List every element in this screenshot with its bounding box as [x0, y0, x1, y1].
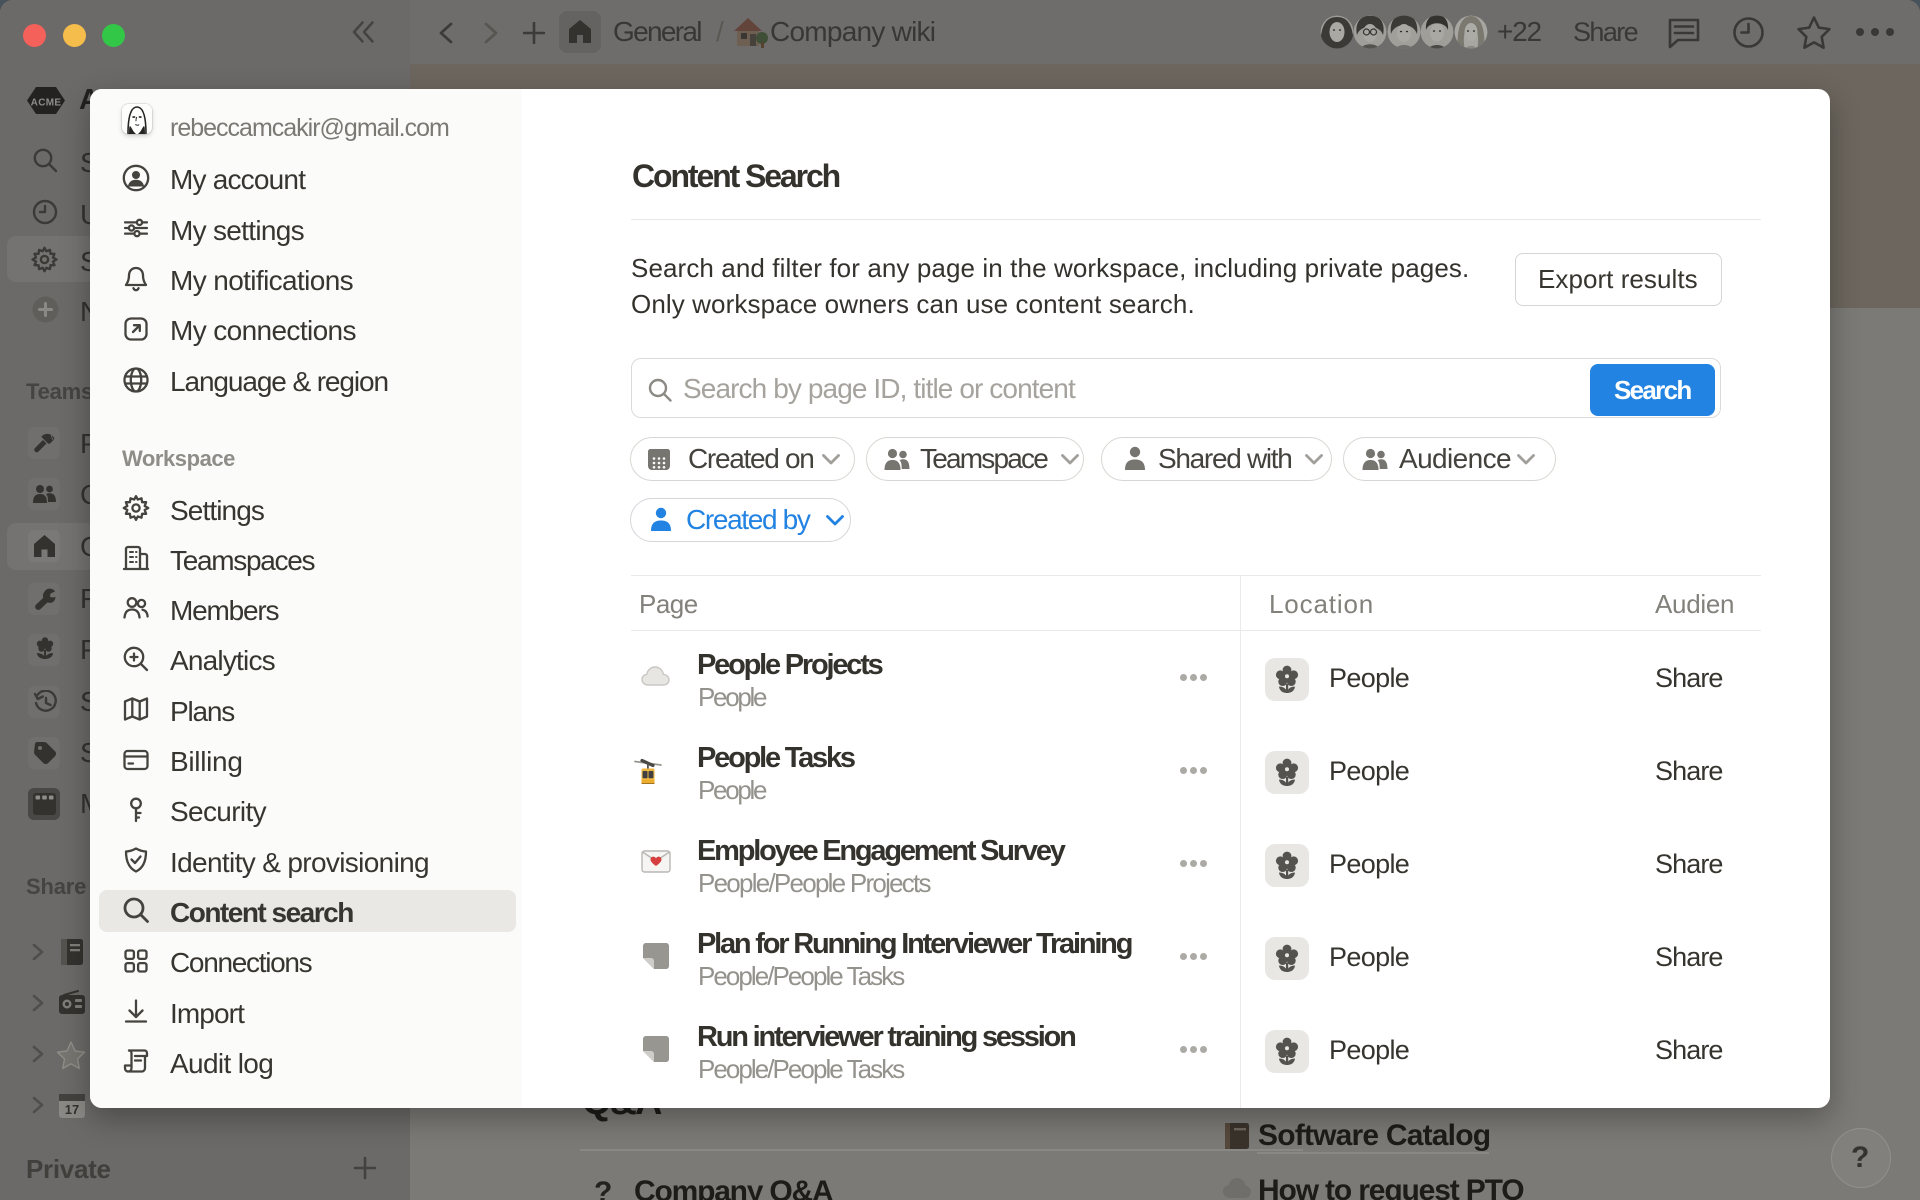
svg-text:17: 17: [65, 1102, 79, 1117]
svg-text:ACME: ACME: [31, 98, 62, 109]
